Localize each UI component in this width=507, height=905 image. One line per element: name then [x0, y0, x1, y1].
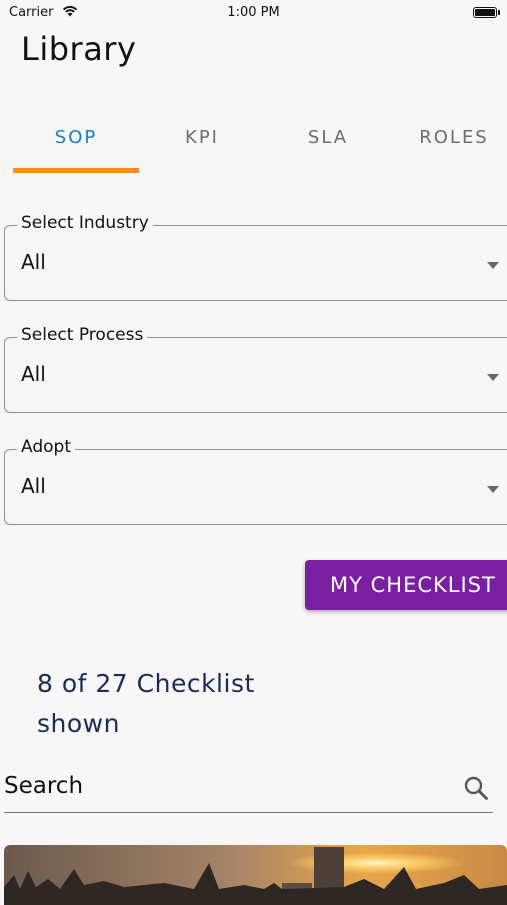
battery-icon [473, 7, 497, 18]
search-input[interactable] [4, 766, 444, 806]
tab-roles[interactable]: ROLES [391, 110, 507, 166]
process-select-label: Select Process [17, 325, 148, 345]
sunset-landscape-image [4, 845, 507, 905]
industry-select-label: Select Industry [17, 213, 153, 233]
adopt-select-label: Adopt [17, 437, 75, 457]
search-bar [4, 762, 493, 813]
process-select-value: All [21, 362, 46, 386]
my-checklist-button[interactable]: MY CHECKLIST [305, 560, 507, 610]
arrow-drop-down-icon [487, 262, 499, 269]
tab-bar: SOP KPI SLA ROLES [0, 110, 507, 176]
industry-select-value: All [21, 250, 46, 274]
checklist-card-image[interactable] [4, 845, 507, 905]
adopt-select-value: All [21, 474, 46, 498]
status-bar: Carrier 1:00 PM [0, 0, 507, 22]
page-title: Library [21, 30, 137, 68]
industry-select[interactable]: Select Industry All [4, 213, 507, 301]
search-icon[interactable] [463, 775, 489, 801]
clock: 1:00 PM [227, 5, 280, 20]
process-select[interactable]: Select Process All [4, 325, 507, 413]
tab-sop[interactable]: SOP [13, 110, 139, 166]
checklist-count: 8 of 27 Checklist shown [37, 669, 255, 738]
adopt-select[interactable]: Adopt All [4, 437, 507, 525]
arrow-drop-down-icon [487, 374, 499, 381]
active-tab-indicator [13, 168, 139, 173]
battery-tip [498, 10, 500, 15]
arrow-drop-down-icon [487, 486, 499, 493]
tab-kpi[interactable]: KPI [139, 110, 265, 166]
tab-sla[interactable]: SLA [265, 110, 391, 166]
